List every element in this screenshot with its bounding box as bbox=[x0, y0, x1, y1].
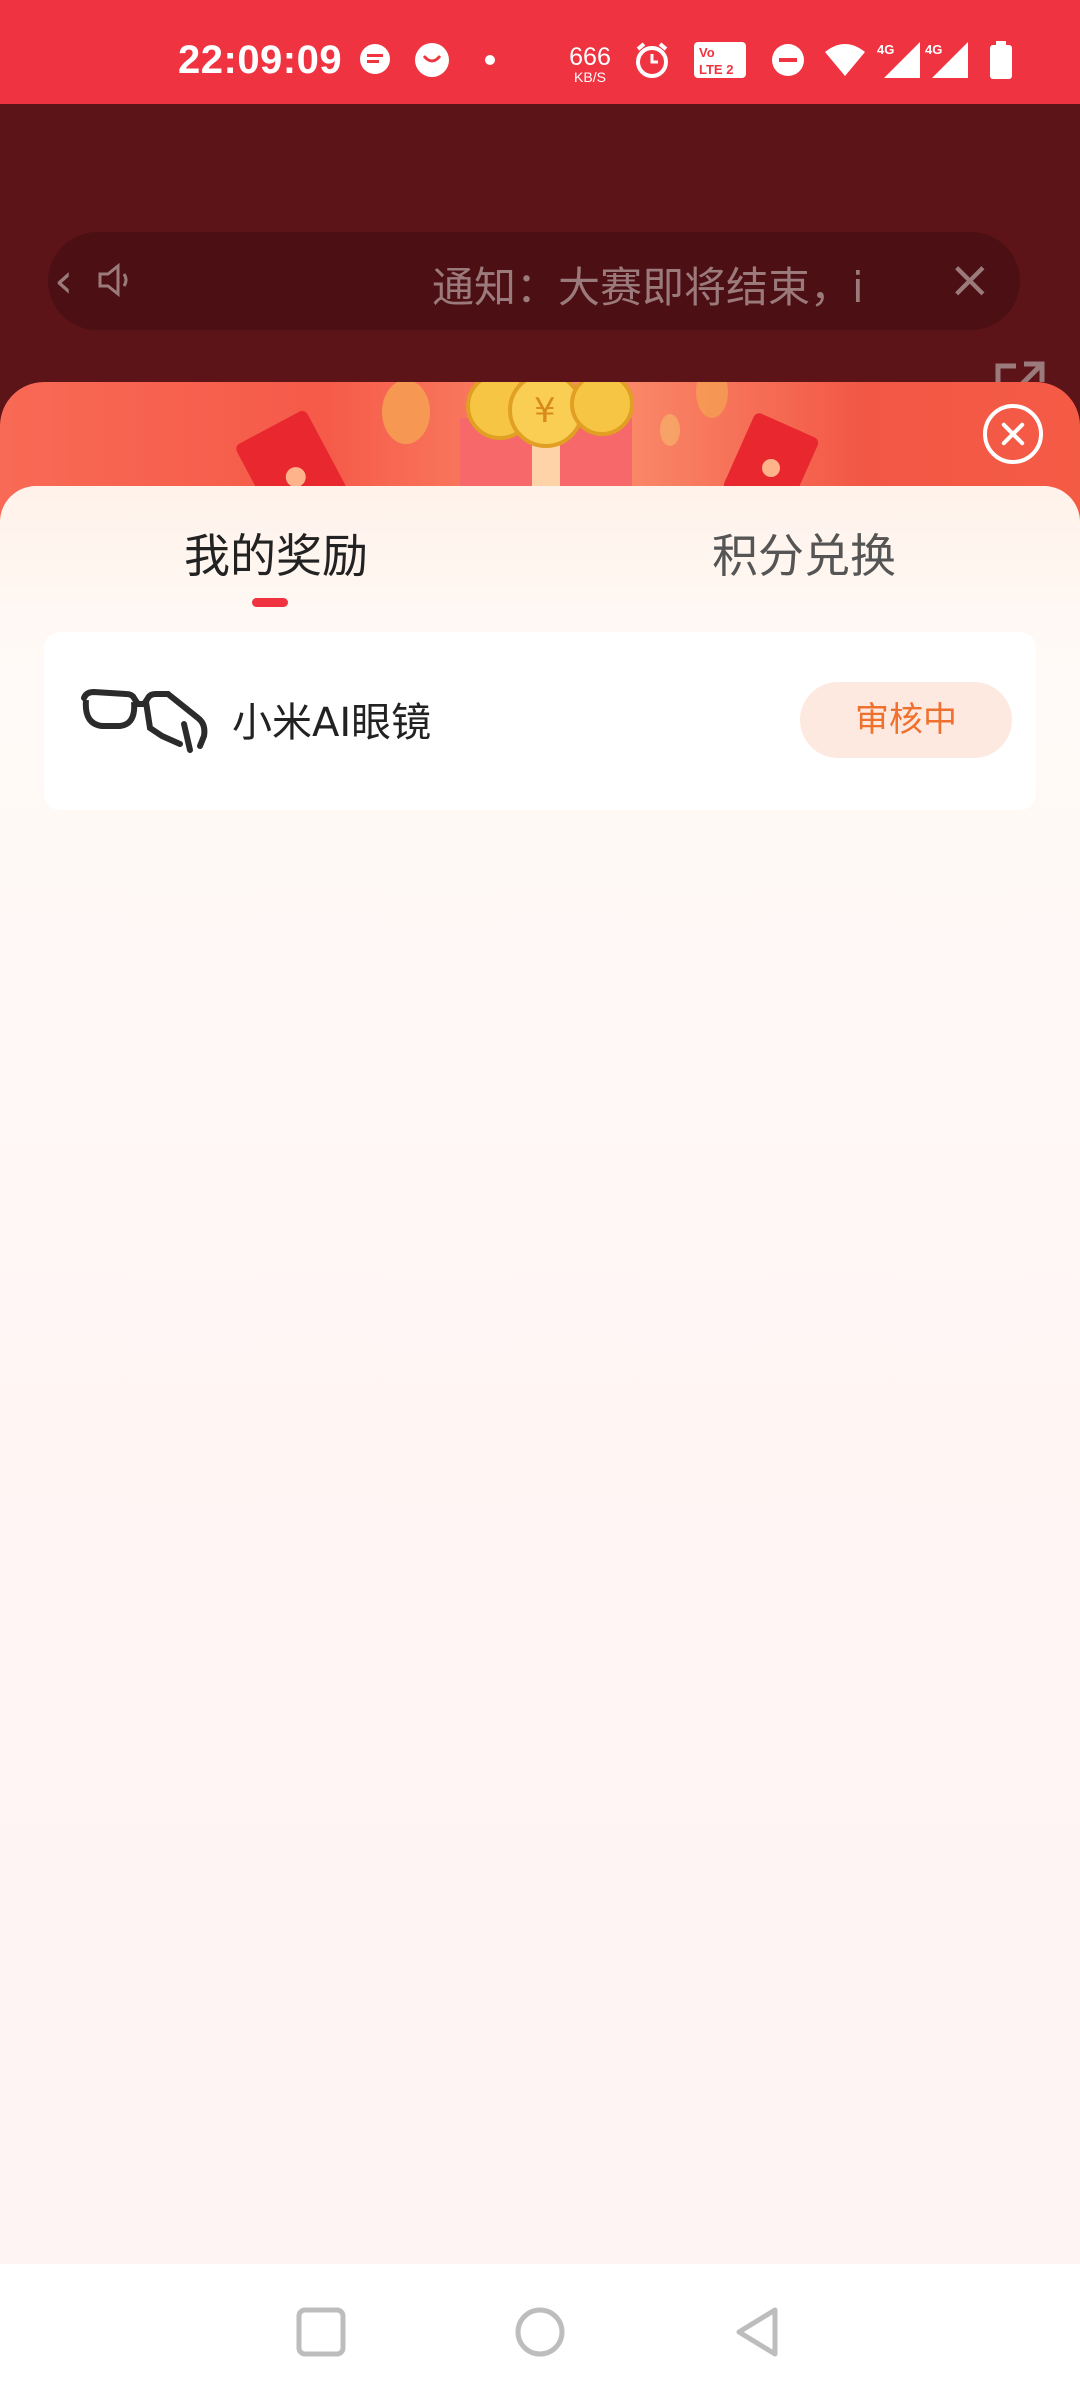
system-navigation-bar bbox=[0, 2264, 1080, 2400]
alarm-icon bbox=[630, 40, 674, 80]
speaker-icon bbox=[98, 262, 128, 298]
net-speed-unit: KB/S bbox=[574, 69, 606, 85]
svg-text:Vo: Vo bbox=[699, 45, 715, 60]
tab-points-exchange[interactable]: 积分兑换 bbox=[712, 520, 896, 586]
battery-icon bbox=[986, 40, 1016, 80]
svg-text:LTE 2: LTE 2 bbox=[699, 62, 733, 77]
tab-my-rewards[interactable]: 我的奖励 bbox=[184, 520, 368, 586]
notice-text: 通知：大赛即将结束，i bbox=[432, 263, 864, 312]
dnd-icon bbox=[768, 40, 808, 80]
signal-icon: 4G bbox=[876, 40, 922, 80]
reward-item[interactable]: 小米AI眼镜 审核中 bbox=[44, 632, 1036, 810]
svg-text:¥: ¥ bbox=[534, 391, 556, 431]
back-nav-icon[interactable] bbox=[731, 2304, 787, 2360]
back-icon[interactable]: ‹ bbox=[54, 256, 94, 306]
volte-icon: Vo LTE 2 bbox=[692, 40, 748, 80]
chat-icon bbox=[412, 40, 452, 80]
reward-name: 小米AI眼镜 bbox=[232, 700, 432, 746]
status-time: 22:09:09 bbox=[178, 38, 343, 82]
recents-icon[interactable] bbox=[293, 2304, 349, 2360]
glasses-icon bbox=[81, 688, 208, 753]
close-sheet-button[interactable] bbox=[983, 404, 1043, 464]
signal-icon: 4G bbox=[924, 40, 970, 80]
network-type-2: 4G bbox=[925, 42, 942, 57]
status-bar: 22:09:09 666 KB/S Vo LTE 2 4G 4G bbox=[0, 0, 1080, 104]
notice-close-icon[interactable]: × bbox=[948, 250, 992, 310]
network-type-1: 4G bbox=[877, 42, 894, 57]
home-icon[interactable] bbox=[512, 2304, 568, 2360]
active-tab-indicator bbox=[252, 598, 288, 607]
wifi-icon bbox=[822, 40, 868, 80]
dot-icon bbox=[480, 40, 500, 80]
message-icon bbox=[355, 40, 395, 80]
net-speed-value: 666 bbox=[569, 43, 611, 71]
net-speed: 666 KB/S bbox=[566, 43, 614, 85]
notice-bar: ‹ 通知：大赛即将结束，i × bbox=[48, 232, 1020, 330]
reward-status-badge: 审核中 bbox=[800, 682, 1012, 758]
